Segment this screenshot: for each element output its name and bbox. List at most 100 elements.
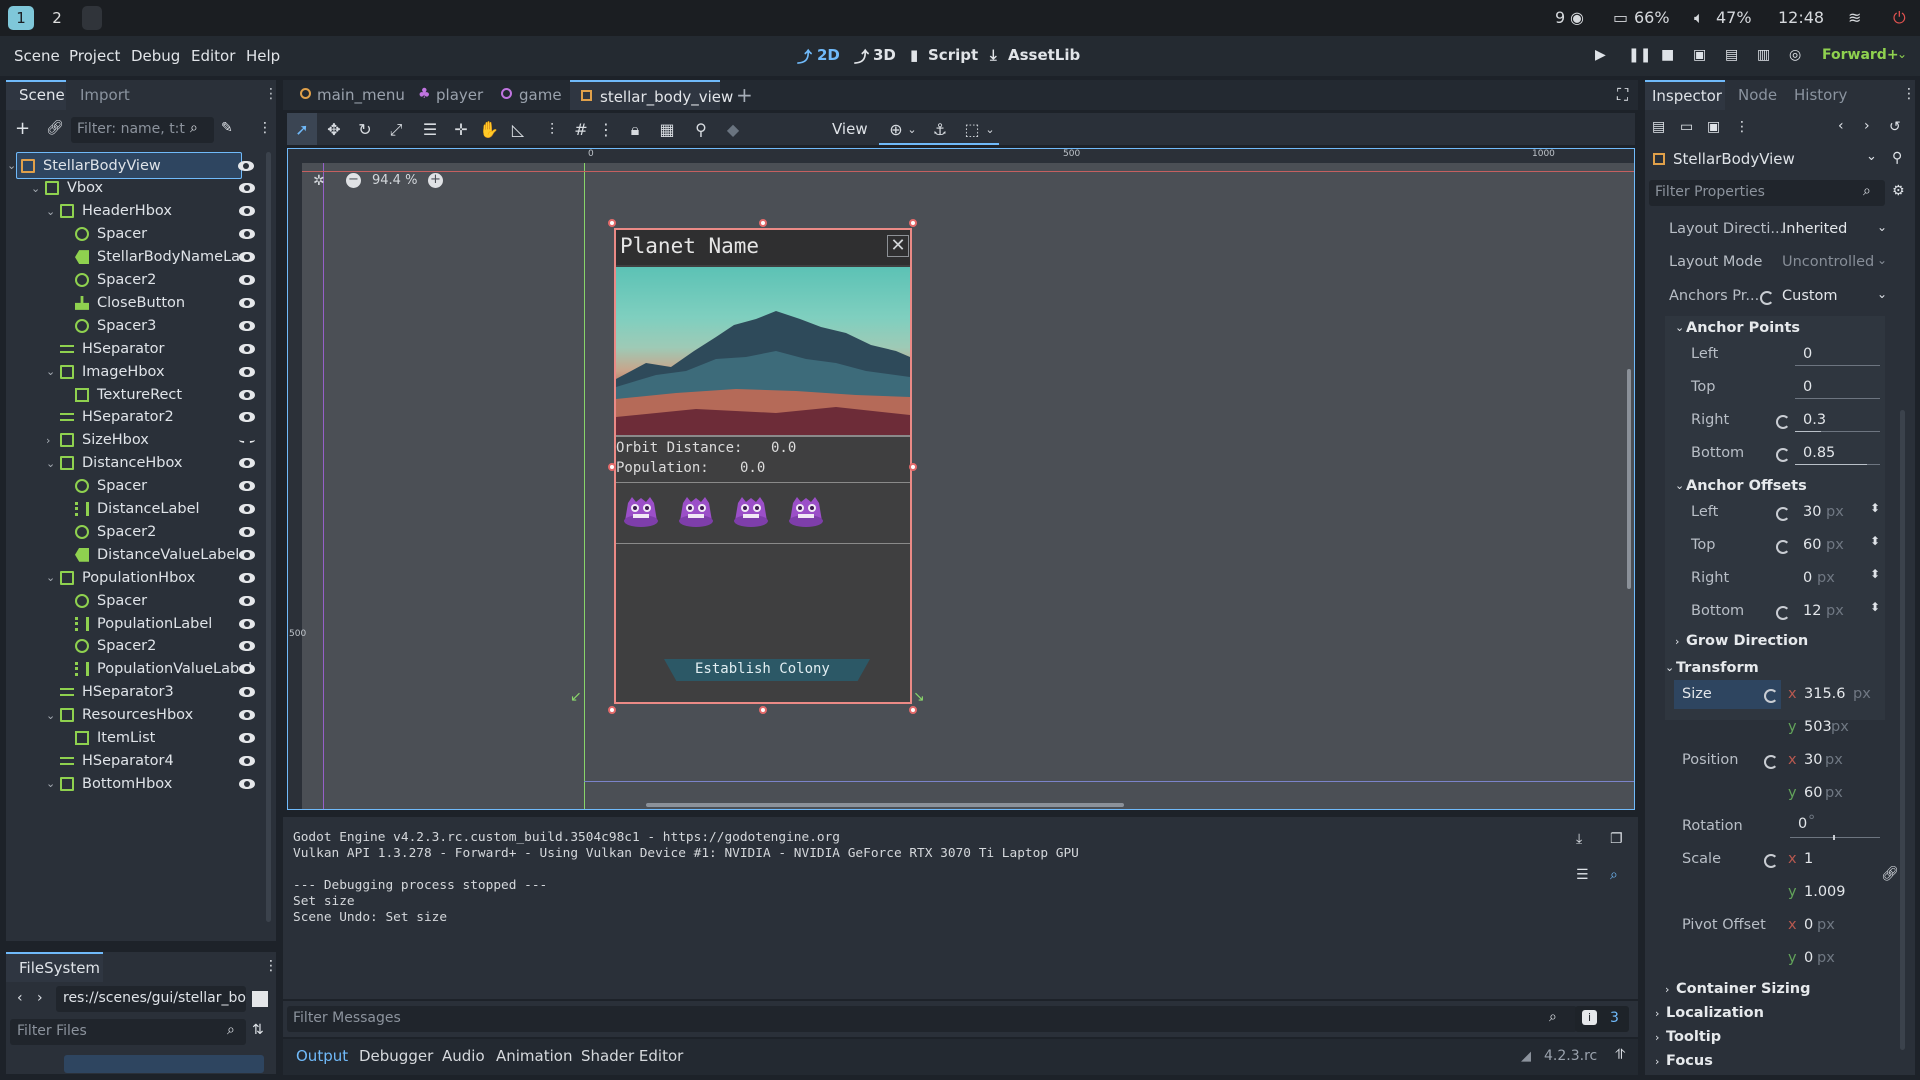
- visibility-eye-icon[interactable]: [239, 733, 255, 743]
- mode-3d-button[interactable]: 3D: [873, 46, 896, 64]
- tab-inspector[interactable]: Inspector: [1645, 80, 1725, 110]
- chevron-down-icon[interactable]: ⌄: [46, 365, 55, 378]
- visibility-eye-icon[interactable]: [239, 343, 255, 354]
- dock-menu-icon[interactable]: ⋮: [264, 86, 278, 102]
- resources-item-list[interactable]: [622, 489, 823, 537]
- visibility-eye-icon[interactable]: [239, 778, 255, 789]
- reset-icon[interactable]: [1776, 606, 1790, 620]
- tab-debugger[interactable]: Debugger: [359, 1047, 433, 1065]
- resource-alien-icon[interactable]: [732, 493, 770, 529]
- resize-handle[interactable]: [909, 706, 917, 714]
- pan-icon[interactable]: ✋: [479, 121, 499, 139]
- resource-alien-icon[interactable]: [677, 493, 715, 529]
- visibility-eye-icon[interactable]: [239, 412, 255, 423]
- wifi-icon[interactable]: ≋: [1848, 8, 1861, 27]
- spinner-icon[interactable]: ⬍: [1870, 501, 1880, 515]
- smart-snap-icon[interactable]: ⫶: [543, 121, 561, 139]
- anchor-right-field[interactable]: 0.3: [1803, 412, 1826, 428]
- chevron-down-icon[interactable]: ⌄: [7, 159, 16, 172]
- focus-section[interactable]: Focus: [1666, 1053, 1713, 1069]
- reset-icon[interactable]: [1776, 448, 1790, 462]
- visibility-eye-icon[interactable]: [239, 389, 255, 400]
- spinner-icon[interactable]: ⬍: [1870, 567, 1880, 581]
- resize-handle[interactable]: [759, 219, 767, 227]
- slider-track[interactable]: [1795, 365, 1880, 366]
- rotation-slider[interactable]: [1790, 837, 1880, 838]
- grow-direction-section[interactable]: Grow Direction: [1686, 633, 1808, 649]
- offset-top-field[interactable]: 60: [1803, 537, 1821, 553]
- clock[interactable]: 12:48: [1778, 8, 1824, 27]
- renderer-select[interactable]: Forward+: [1822, 47, 1899, 63]
- close-icon[interactable]: ✕: [887, 235, 909, 257]
- menu-help[interactable]: Help: [246, 47, 280, 65]
- file-item[interactable]: [64, 1055, 264, 1073]
- move-mode-icon[interactable]: ✥: [325, 121, 343, 139]
- resize-handle[interactable]: [608, 219, 616, 227]
- workspace-2-button[interactable]: 2: [44, 6, 70, 30]
- list-select-icon[interactable]: ☰: [421, 121, 439, 139]
- chevron-down-icon[interactable]: ⌄: [46, 457, 55, 470]
- sort-icon[interactable]: ⇅: [252, 1022, 264, 1038]
- visibility-eye-icon[interactable]: [239, 710, 255, 721]
- layout-mode-select[interactable]: Uncontrolled: [1782, 254, 1874, 270]
- offset-right-field[interactable]: 0: [1803, 570, 1812, 586]
- reset-icon[interactable]: [1776, 540, 1790, 554]
- menu-project[interactable]: Project: [69, 47, 120, 65]
- visibility-eye-icon[interactable]: [239, 549, 255, 560]
- visibility-eye-icon[interactable]: [239, 641, 255, 652]
- slider-track[interactable]: [1795, 464, 1880, 465]
- layout-direction-select[interactable]: Inherited: [1782, 221, 1847, 237]
- forward-icon[interactable]: ›: [37, 990, 43, 1006]
- filter-messages-input[interactable]: Filter Messages ⌕: [287, 1006, 1577, 1032]
- history-forward-icon[interactable]: ›: [1864, 118, 1870, 134]
- tree-scrollbar[interactable]: [266, 152, 271, 922]
- rotate-mode-icon[interactable]: ↻: [356, 121, 374, 139]
- container-sizing-section[interactable]: Container Sizing: [1676, 981, 1811, 997]
- zoom-in-icon[interactable]: +: [428, 173, 443, 188]
- tab-shader-editor[interactable]: Shader Editor: [581, 1047, 683, 1065]
- visibility-eye-icon[interactable]: [239, 687, 255, 698]
- resize-handle[interactable]: [759, 706, 767, 714]
- slider-track[interactable]: [1795, 431, 1880, 432]
- mode-2d-button[interactable]: 2D: [817, 46, 840, 64]
- visibility-eye-icon[interactable]: [239, 206, 255, 217]
- resize-handle[interactable]: [608, 463, 616, 471]
- expand-panel-icon[interactable]: ⥣: [1615, 1047, 1625, 1063]
- size-y-field[interactable]: 503: [1804, 719, 1832, 735]
- visibility-eye-icon[interactable]: [239, 595, 255, 606]
- chevron-down-icon[interactable]: ⌄: [46, 777, 55, 790]
- more-icon[interactable]: ⋮: [1735, 119, 1749, 135]
- property-filter-input[interactable]: Filter Properties ⌕: [1649, 180, 1885, 206]
- offset-left-field[interactable]: 30: [1803, 504, 1821, 520]
- visibility-eye-icon[interactable]: [238, 160, 254, 171]
- pivot-icon[interactable]: ✛: [452, 121, 470, 139]
- visibility-eye-icon[interactable]: [239, 755, 255, 766]
- tab-main-menu[interactable]: main_menu: [317, 86, 405, 104]
- link-scale-icon[interactable]: 🔗︎: [1881, 866, 1899, 882]
- center-view-icon[interactable]: ✲: [313, 173, 325, 189]
- slider-track[interactable]: [1795, 398, 1880, 399]
- scene-filter-input[interactable]: Filter: name, t:t ⌕: [71, 117, 214, 143]
- visibility-eye-icon[interactable]: [239, 252, 255, 263]
- visibility-eye-icon[interactable]: [239, 275, 255, 285]
- save-resource-icon[interactable]: ▣: [1707, 119, 1720, 135]
- search-icon[interactable]: ⌕: [1610, 867, 1618, 883]
- group-icon[interactable]: ▦: [658, 121, 676, 139]
- tab-stellar-body-view[interactable]: stellar_body_view: [570, 80, 733, 110]
- anchor-left-field[interactable]: 0: [1803, 346, 1812, 362]
- hidden-eye-icon[interactable]: [239, 437, 255, 446]
- pause-icon[interactable]: ❚❚: [1628, 47, 1651, 63]
- stellar-body-panel[interactable]: Planet Name ✕ Orbit Distance: 0.0 Popula…: [614, 228, 912, 704]
- tab-audio[interactable]: Audio: [442, 1047, 485, 1065]
- anchors-preset-select[interactable]: Custom: [1782, 288, 1838, 304]
- chevron-down-icon[interactable]: ›: [46, 434, 50, 447]
- add-tab-icon[interactable]: +: [736, 83, 753, 107]
- tab-game[interactable]: game: [519, 86, 562, 104]
- view-menu[interactable]: View: [832, 120, 868, 138]
- play-icon[interactable]: ▶: [1595, 47, 1606, 63]
- clear-output-icon[interactable]: ⤓: [1576, 831, 1582, 847]
- anchor-offsets-section[interactable]: Anchor Offsets: [1686, 478, 1807, 494]
- reset-icon[interactable]: [1776, 507, 1790, 521]
- visibility-eye-icon[interactable]: [239, 481, 255, 492]
- v-scrollbar[interactable]: [1627, 369, 1631, 589]
